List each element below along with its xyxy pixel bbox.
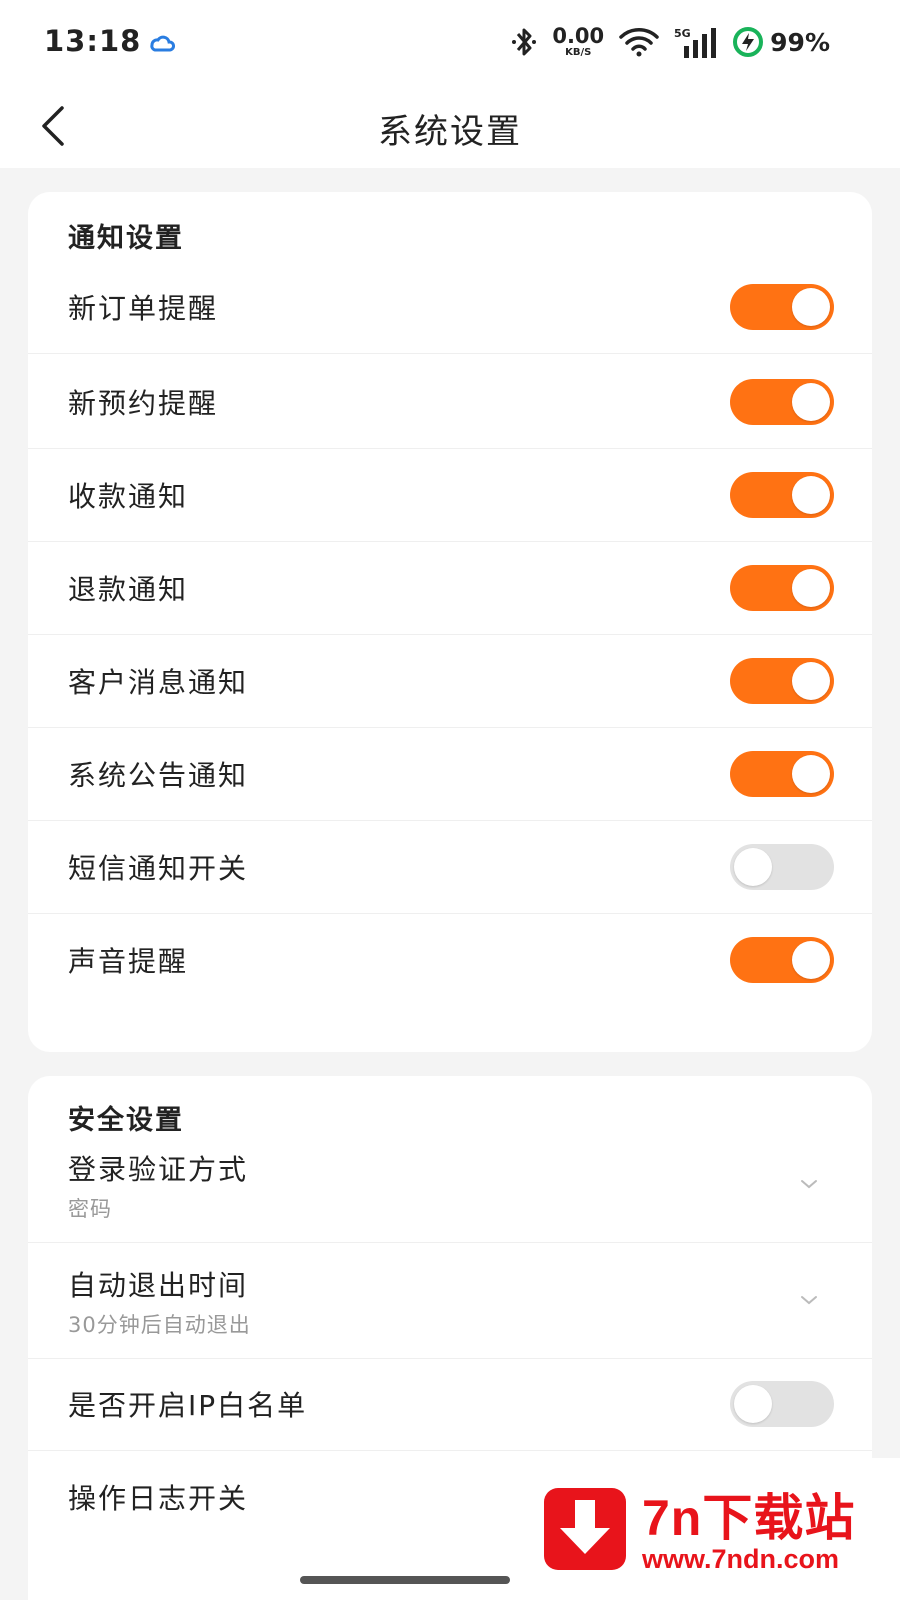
chevron-down-icon xyxy=(801,1296,817,1305)
setting-row-refund: 退款通知 xyxy=(28,540,872,635)
setting-row-auto-logout[interactable]: 自动退出时间 30分钟后自动退出 xyxy=(28,1242,872,1359)
setting-label: 登录验证方式 xyxy=(68,1153,249,1186)
toggle-payment[interactable] xyxy=(730,472,834,518)
toggle-system-notice[interactable] xyxy=(730,751,834,797)
status-bar: 13:18 0.00 KB/S 5G 99% xyxy=(0,0,900,84)
watermark-url: www.7ndn.com xyxy=(642,1544,840,1574)
toggle-customer-message[interactable] xyxy=(730,658,834,704)
setting-label: 客户消息通知 xyxy=(68,666,249,699)
notification-settings-card: 通知设置 新订单提醒 新预约提醒 收款通知 退款通知 客户消息通知 系统公告通知… xyxy=(28,192,872,1052)
toggle-ip-whitelist[interactable] xyxy=(730,1381,834,1427)
setting-row-new-appointment: 新预约提醒 xyxy=(28,354,872,449)
setting-label: 短信通知开关 xyxy=(68,852,249,885)
setting-label: 操作日志开关 xyxy=(68,1482,249,1515)
setting-row-login-method[interactable]: 登录验证方式 密码 xyxy=(28,1126,872,1243)
download-arrow-icon xyxy=(544,1488,626,1570)
setting-row-ip-whitelist: 是否开启IP白名单 xyxy=(28,1356,872,1451)
cloud-icon xyxy=(150,35,175,52)
setting-row-sound: 声音提醒 xyxy=(28,912,872,1007)
home-indicator[interactable] xyxy=(300,1576,510,1584)
status-time: 13:18 xyxy=(44,24,142,58)
toggle-new-appointment[interactable] xyxy=(730,379,834,425)
setting-row-system-notice: 系统公告通知 xyxy=(28,726,872,821)
net-speed-value: 0.00 xyxy=(552,24,605,48)
toggle-knob xyxy=(792,383,830,421)
chevron-down-icon xyxy=(801,1180,817,1189)
battery-charging-icon xyxy=(733,27,764,57)
toggle-sound[interactable] xyxy=(730,937,834,983)
battery-percent: 99% xyxy=(770,27,830,57)
setting-label: 新订单提醒 xyxy=(68,292,219,325)
setting-label: 收款通知 xyxy=(68,480,189,513)
section-title-notification: 通知设置 xyxy=(68,223,184,254)
bluetooth-icon xyxy=(512,28,537,56)
toggle-knob xyxy=(734,848,772,886)
nav-bar: 系统设置 xyxy=(0,84,900,168)
setting-value: 密码 xyxy=(68,1197,112,1221)
toggle-knob xyxy=(792,755,830,793)
page-title: 系统设置 xyxy=(378,112,522,152)
toggle-knob xyxy=(792,288,830,326)
setting-label: 自动退出时间 xyxy=(68,1269,249,1302)
setting-row-new-order: 新订单提醒 xyxy=(28,259,872,354)
toggle-knob xyxy=(792,941,830,979)
signal-label: 5G xyxy=(674,27,691,40)
setting-row-sms: 短信通知开关 xyxy=(28,819,872,914)
setting-label: 是否开启IP白名单 xyxy=(68,1389,308,1422)
setting-row-payment: 收款通知 xyxy=(28,447,872,542)
net-speed: 0.00 KB/S xyxy=(552,26,604,58)
watermark-text: 7n下载站 xyxy=(642,1490,856,1546)
setting-value: 30分钟后自动退出 xyxy=(68,1313,251,1337)
toggle-knob xyxy=(734,1385,772,1423)
toggle-refund[interactable] xyxy=(730,565,834,611)
signal-icon: 5G xyxy=(674,27,717,58)
toggle-knob xyxy=(792,662,830,700)
setting-label: 退款通知 xyxy=(68,573,189,606)
toggle-knob xyxy=(792,569,830,607)
setting-label: 系统公告通知 xyxy=(68,759,249,792)
status-icons: 0.00 KB/S 5G 99% xyxy=(510,22,830,62)
setting-label: 声音提醒 xyxy=(68,945,189,978)
net-speed-unit: KB/S xyxy=(565,47,592,58)
toggle-sms[interactable] xyxy=(730,844,834,890)
setting-row-customer-message: 客户消息通知 xyxy=(28,633,872,728)
battery: 99% xyxy=(732,26,830,58)
wifi-icon xyxy=(619,28,659,57)
setting-label: 新预约提醒 xyxy=(68,387,219,420)
toggle-new-order[interactable] xyxy=(730,284,834,330)
watermark: 7n下载站 www.7ndn.com xyxy=(510,1458,900,1600)
toggle-knob xyxy=(792,476,830,514)
